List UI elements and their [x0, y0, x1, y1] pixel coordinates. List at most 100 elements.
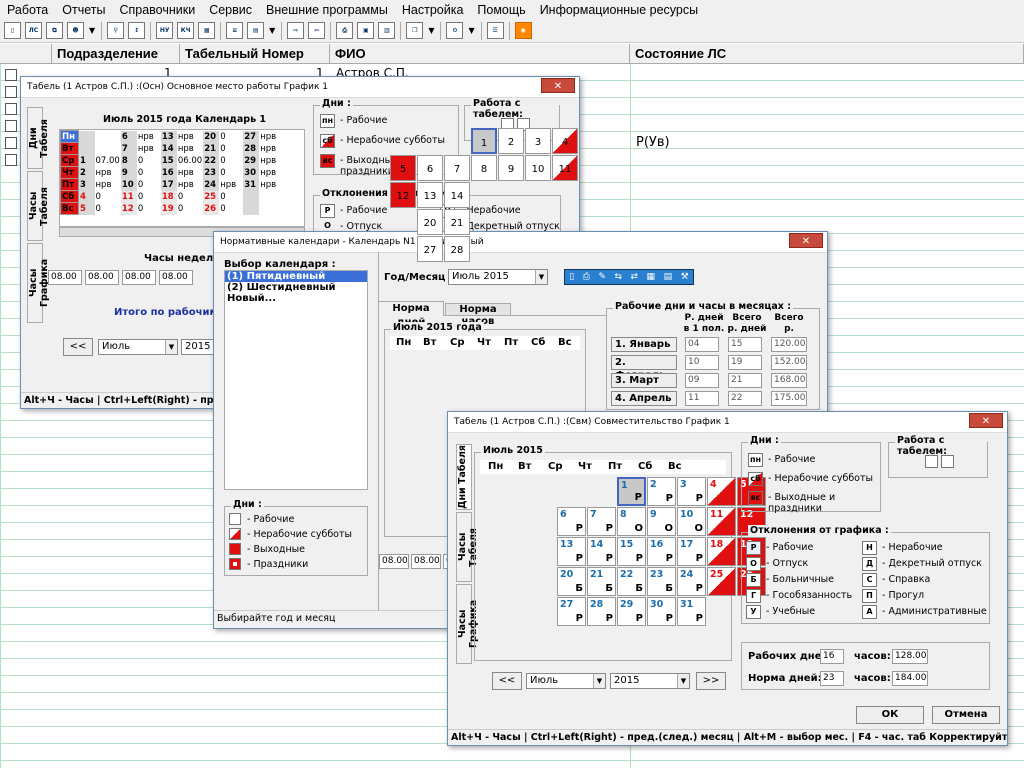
day-cell[interactable]: 31	[243, 178, 260, 191]
day-cell[interactable]: 06.00	[177, 155, 203, 167]
day-cell[interactable]: 30 Р	[647, 597, 676, 626]
menu-item[interactable]: Отчеты	[55, 3, 112, 17]
tab-hours[interactable]: Часы Табеля	[456, 512, 479, 582]
grid-icon[interactable]: ▦	[647, 272, 656, 282]
prev-month-button[interactable]: <<	[63, 338, 93, 356]
day-cell[interactable]: 11	[707, 507, 736, 536]
day-cell[interactable]: 20	[203, 130, 220, 143]
month-button[interactable]: 3. Март	[611, 373, 677, 388]
day-cell[interactable]: 4	[78, 190, 95, 203]
import-icon[interactable]: ⇦	[308, 22, 326, 39]
month-value-field[interactable]: 15	[728, 337, 762, 352]
close-icon[interactable]: ✕	[969, 413, 1003, 428]
day-cell[interactable]: 6Р	[557, 507, 586, 536]
day-cell[interactable]: 0	[137, 191, 161, 203]
day-cell[interactable]: 0	[177, 203, 203, 215]
day-cell[interactable]: 8О	[617, 507, 646, 536]
prev-month-button[interactable]: <<	[492, 672, 522, 690]
day-cell[interactable]: 15	[160, 154, 177, 167]
work-hours-field[interactable]: 128.00	[892, 649, 928, 664]
cancel-button[interactable]: Отмена	[932, 706, 1000, 724]
row-checkbox[interactable]	[5, 69, 17, 81]
day-cell[interactable]: 0	[219, 167, 243, 179]
ls-icon[interactable]: ЛС	[25, 22, 42, 39]
day-cell[interactable]: 3Р	[677, 477, 706, 506]
next-month-button[interactable]: >>	[696, 672, 726, 690]
day-cell[interactable]: 4	[707, 477, 736, 506]
day-cell[interactable]: 26	[203, 202, 220, 215]
day-cell[interactable]: 3	[78, 178, 95, 191]
tab-norm-hours[interactable]: Норма часов	[445, 303, 511, 327]
day-cell[interactable]: 21 Б	[587, 567, 616, 596]
export-icon[interactable]: ⇨	[287, 22, 305, 39]
day-cell[interactable]: 18	[707, 537, 736, 566]
day-cell[interactable]: 15 Р	[617, 537, 646, 566]
day-cell[interactable]	[95, 143, 121, 155]
day-cell[interactable]: 9О	[647, 507, 676, 536]
list-icon[interactable]: ≡	[226, 22, 244, 39]
month-button[interactable]: 2. Февраль	[611, 355, 677, 381]
calendar-list-item[interactable]: (2) Шестидневный	[225, 282, 367, 293]
day-cell[interactable]: нрв	[177, 167, 203, 179]
day-cell[interactable]: 10	[525, 155, 551, 181]
table-icon[interactable]: ☰	[486, 22, 504, 39]
day-cell[interactable]: 0	[95, 203, 121, 215]
day-cell[interactable]: 9	[120, 166, 137, 179]
day-cell[interactable]: 7Р	[587, 507, 616, 536]
day-cell[interactable]: 21	[444, 209, 470, 235]
day-cell[interactable]: 20	[417, 209, 443, 235]
day-cell[interactable]: 19	[160, 202, 177, 215]
menu-item[interactable]: Настройка	[395, 3, 471, 17]
day-cell[interactable]: 0	[219, 131, 243, 143]
year-select[interactable]: 2015	[181, 339, 217, 355]
day-cell[interactable]: 13	[160, 130, 177, 143]
grid-header-tabnum[interactable]: Табельный Номер	[180, 44, 330, 64]
day-cell[interactable]: 21	[203, 142, 220, 155]
day-cell[interactable]: 0	[219, 191, 243, 203]
month-button[interactable]: 4. Апрель	[611, 391, 677, 406]
day-cell[interactable]: 10 О	[677, 507, 706, 536]
day-cell[interactable]: 0	[219, 143, 243, 155]
day-cell[interactable]: 6	[120, 130, 137, 143]
day-cell[interactable]	[78, 130, 95, 143]
day-cell[interactable]: нрв	[137, 143, 161, 155]
month-value-field[interactable]: 04	[685, 337, 719, 352]
book-icon[interactable]: ▤	[664, 272, 673, 282]
day-cell[interactable]: 07.00	[95, 155, 121, 167]
day-cell[interactable]	[243, 202, 260, 215]
day-cell[interactable]: 2Р	[647, 477, 676, 506]
day-cell[interactable]: 18	[160, 190, 177, 203]
work-days-field[interactable]: 16	[820, 649, 844, 664]
day-cell[interactable]: 27	[417, 236, 443, 262]
day-cell[interactable]: нрв	[259, 131, 283, 143]
tab-hours[interactable]: Часы Табеля	[27, 171, 50, 241]
grid-header-state[interactable]: Состояние ЛС	[630, 44, 1024, 64]
day-cell[interactable]: 12	[120, 202, 137, 215]
chevron-down-icon[interactable]: ▼	[269, 26, 275, 35]
day-cell[interactable]: 9	[498, 155, 524, 181]
day-cell[interactable]: 22 Б	[617, 567, 646, 596]
nu-icon[interactable]: НУ	[156, 22, 174, 39]
transfer-icon[interactable]: ⇆	[614, 272, 622, 282]
day-cell[interactable]: 5	[390, 155, 416, 181]
day-cell[interactable]: нрв	[95, 179, 121, 191]
menu-item[interactable]: Сервис	[202, 3, 259, 17]
tab-schedule-hours[interactable]: Часы Графика	[27, 243, 50, 323]
menu-item[interactable]: Справочники	[112, 3, 202, 17]
day-cell[interactable]: 0	[137, 179, 161, 191]
day-cell[interactable]: 23	[203, 166, 220, 179]
calendar-list-item[interactable]: (1) Пятидневный	[225, 271, 367, 282]
month-value-field[interactable]: 19	[728, 355, 762, 370]
day-cell[interactable]: нрв	[95, 167, 121, 179]
day-cell[interactable]: 0	[137, 155, 161, 167]
day-cell[interactable]: 17 Р	[677, 537, 706, 566]
month-select[interactable]: Июль ▼	[98, 339, 178, 355]
tab-days[interactable]: Дни Табеля	[27, 107, 50, 169]
copy-icon[interactable]: ⧉	[46, 22, 63, 39]
year-month-select[interactable]: Июль 2015 ▼	[448, 269, 548, 285]
day-cell[interactable]	[259, 203, 283, 215]
menu-item[interactable]: Работа	[0, 3, 55, 17]
day-cell[interactable]: 0	[137, 203, 161, 215]
day-cell[interactable]	[78, 142, 95, 155]
doc-icon[interactable]	[925, 455, 938, 468]
